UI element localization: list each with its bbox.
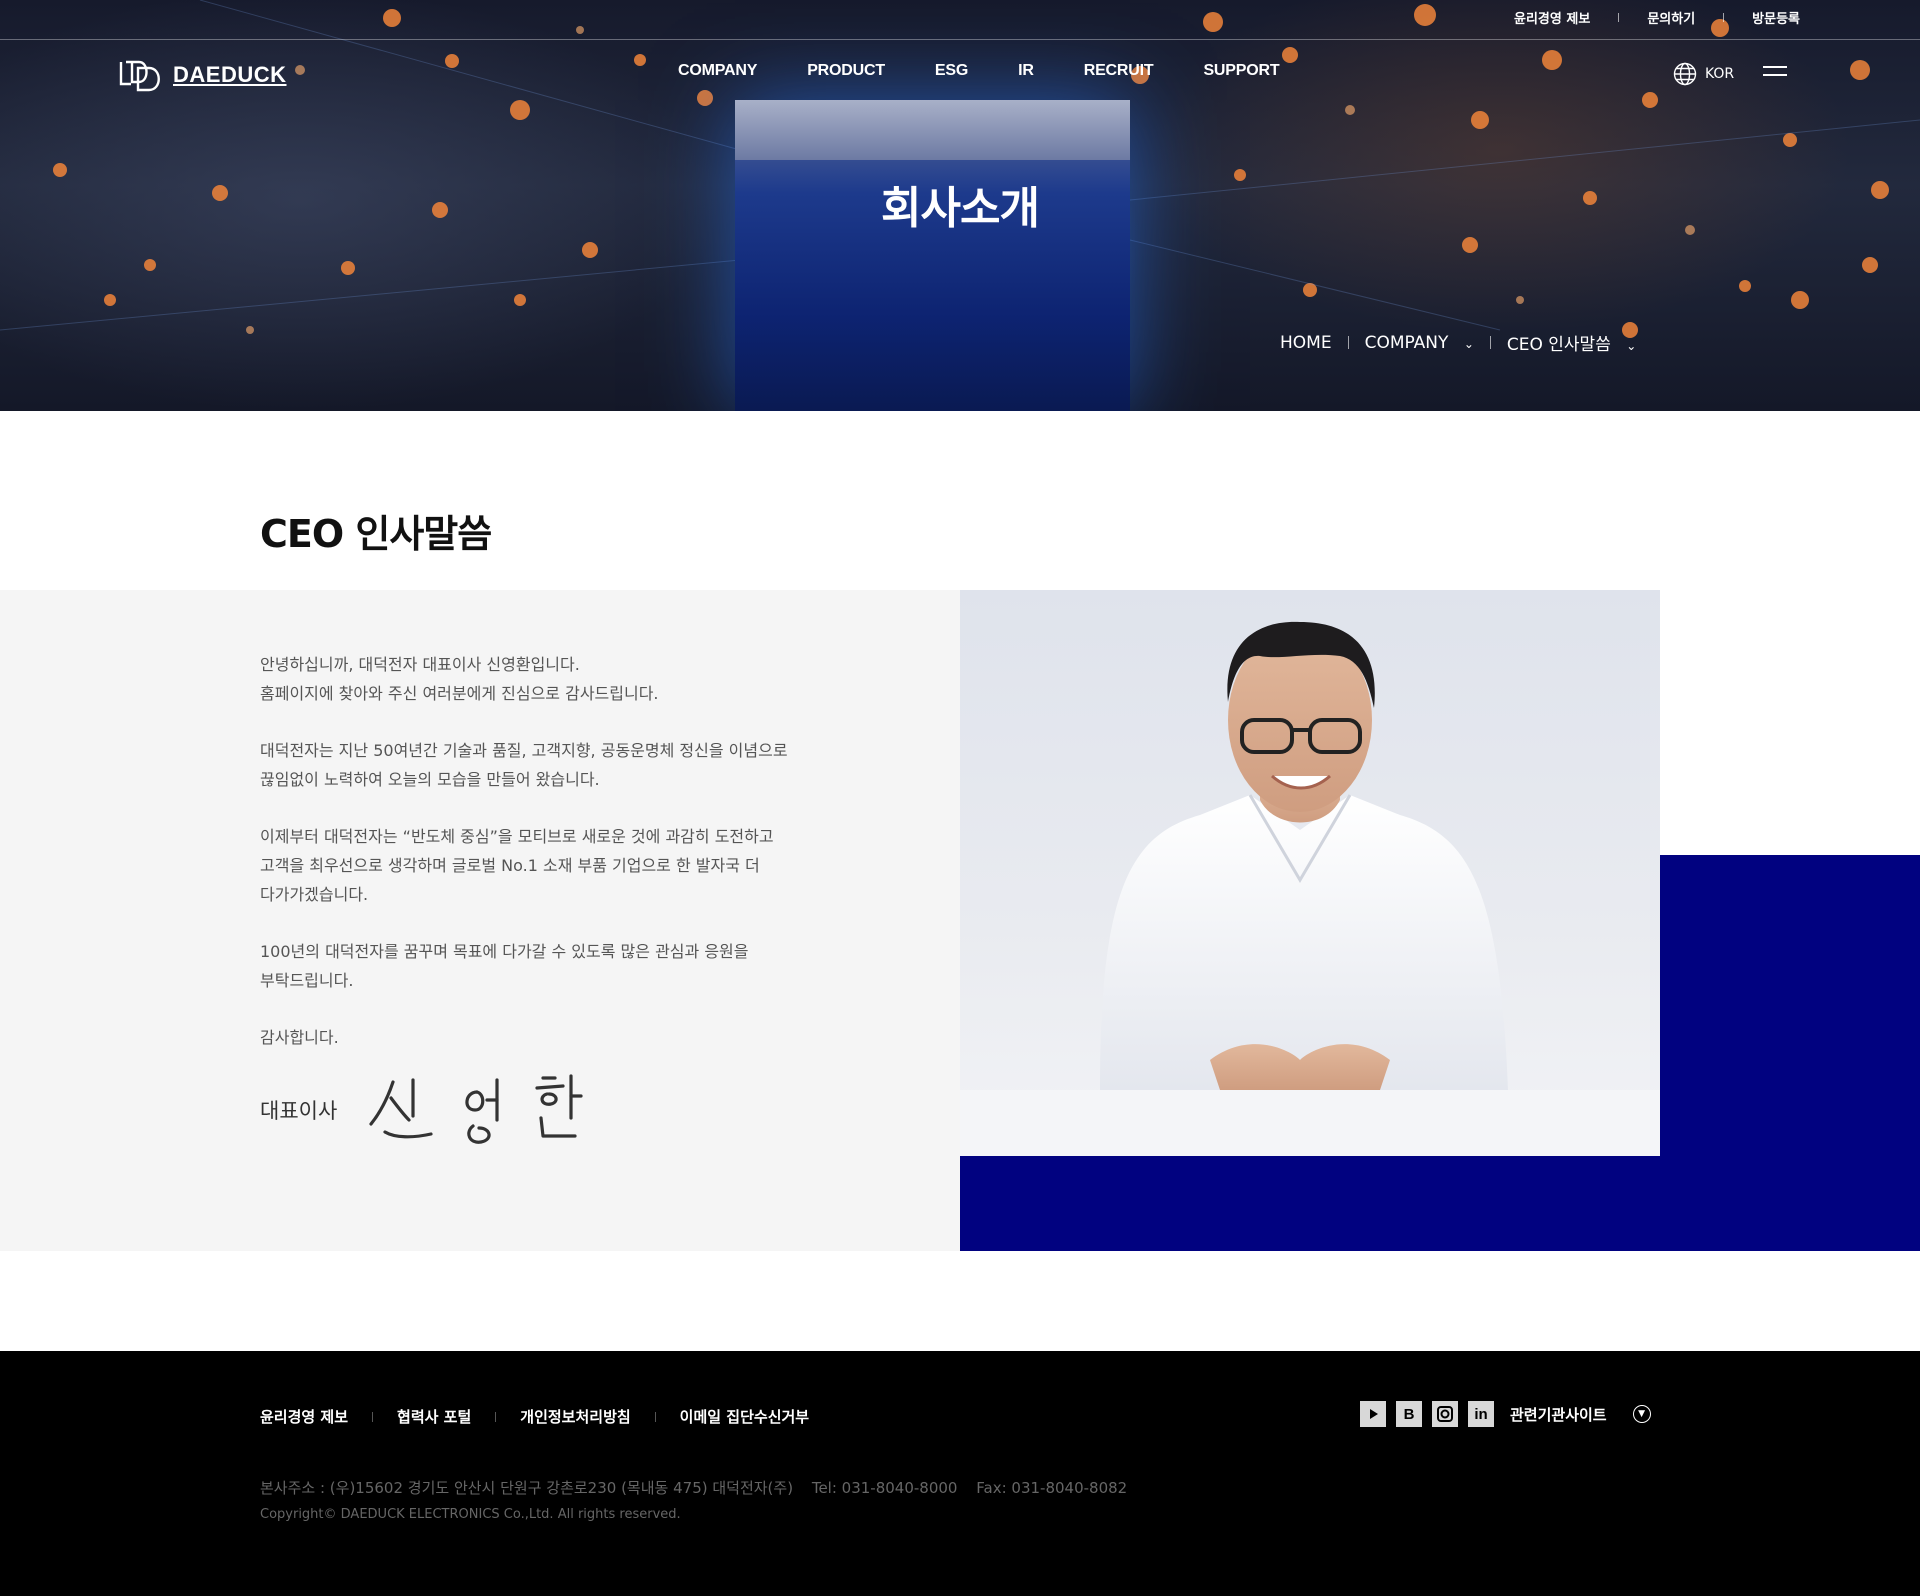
- util-link-ethics-report[interactable]: 윤리경영 제보: [1514, 8, 1590, 27]
- breadcrumb-page-label: CEO 인사말씀: [1506, 335, 1611, 355]
- footer-separator: [372, 1411, 374, 1422]
- footer-social: B in 관련기관사이트 ▼: [1360, 1401, 1651, 1427]
- ceo-message-panel: 안녕하십니까, 대덕전자 대표이사 신영환입니다. 홈페이지에 찾아와 주신 여…: [0, 590, 960, 1251]
- footer-separator: [495, 1411, 497, 1422]
- signature-block: 대표이사: [260, 1070, 595, 1150]
- play-glyph: [1370, 1409, 1378, 1419]
- breadcrumb-section-label: COMPANY: [1364, 332, 1449, 353]
- chevron-down-icon: ⌄: [1626, 339, 1637, 353]
- nav-company[interactable]: COMPANY: [678, 62, 757, 80]
- main-nav: COMPANY PRODUCT ESG IR RECRUIT SUPPORT: [678, 62, 1329, 80]
- footer-link-privacy-policy[interactable]: 개인정보처리방침: [520, 1406, 630, 1427]
- accent-block: [1660, 855, 1920, 1251]
- signature-role: 대표이사: [260, 1099, 338, 1123]
- linkedin-icon[interactable]: in: [1468, 1401, 1494, 1427]
- breadcrumb: HOME COMPANY ⌄ CEO 인사말씀 ⌄: [1280, 330, 1636, 356]
- blog-icon[interactable]: B: [1396, 1401, 1422, 1427]
- breadcrumb-section-dropdown[interactable]: COMPANY ⌄: [1365, 333, 1474, 353]
- util-separator: [1618, 13, 1620, 22]
- chip-cube-graphic: [735, 100, 1130, 411]
- util-separator: [1723, 13, 1725, 22]
- utility-nav: 윤리경영 제보 문의하기 방문등록: [1514, 8, 1800, 27]
- fax-text: Fax: 031-8040-8082: [976, 1479, 1128, 1497]
- message-paragraph: 안녕하십니까, 대덕전자 대표이사 신영환입니다. 홈페이지에 찾아와 주신 여…: [260, 655, 659, 703]
- address-text: 본사주소 : (우)15602 경기도 안산시 단원구 강촌로230 (목내동 …: [260, 1479, 794, 1497]
- breadcrumb-separator: [1347, 336, 1349, 349]
- hamburger-menu-icon[interactable]: [1763, 66, 1787, 80]
- instagram-icon[interactable]: [1432, 1401, 1458, 1427]
- header-divider: [0, 39, 1920, 40]
- language-label: KOR: [1705, 66, 1735, 82]
- handwritten-signature: [369, 1074, 583, 1144]
- ceo-portrait-image: [960, 621, 1660, 1156]
- site-footer: 윤리경영 제보 협력사 포털 개인정보처리방침 이메일 집단수신거부 B in …: [0, 1351, 1920, 1596]
- tel-text: Tel: 031-8040-8000: [811, 1479, 958, 1497]
- hero-banner: 윤리경영 제보 문의하기 방문등록 DAEDUCK COMPANY PRODUC…: [0, 0, 1920, 411]
- util-link-inquiry[interactable]: 문의하기: [1647, 8, 1695, 27]
- nav-product[interactable]: PRODUCT: [807, 62, 885, 80]
- youtube-icon[interactable]: [1360, 1401, 1386, 1427]
- accent-block: [960, 1156, 1660, 1251]
- breadcrumb-separator: [1489, 336, 1491, 349]
- page-title: CEO 인사말씀: [260, 512, 492, 556]
- chevron-down-icon[interactable]: ▼: [1632, 1405, 1651, 1423]
- footer-link-partner-portal[interactable]: 협력사 포털: [397, 1406, 471, 1427]
- nav-ir[interactable]: IR: [1018, 62, 1034, 80]
- message-paragraph: 100년의 대덕전자를 꿈꾸며 목표에 다가갈 수 있도록 많은 관심과 응원을…: [260, 942, 749, 990]
- ceo-photo: [960, 590, 1660, 1156]
- chevron-down-icon: ⌄: [1463, 336, 1474, 351]
- footer-link-email-refusal[interactable]: 이메일 집단수신거부: [680, 1406, 809, 1427]
- nav-esg[interactable]: ESG: [935, 62, 968, 80]
- footer-link-ethics-report[interactable]: 윤리경영 제보: [260, 1406, 348, 1427]
- nav-support[interactable]: SUPPORT: [1203, 62, 1279, 80]
- util-link-visit-registration[interactable]: 방문등록: [1752, 8, 1800, 27]
- message-paragraph: 이제부터 대덕전자는 “반도체 중심”을 모티브로 새로운 것에 과감히 도전하…: [260, 827, 774, 904]
- daeduck-logo-icon: [119, 60, 160, 92]
- camera-glyph: [1437, 1406, 1453, 1422]
- breadcrumb-page-dropdown[interactable]: CEO 인사말씀 ⌄: [1507, 330, 1636, 355]
- footer-address: 본사주소 : (우)15602 경기도 안산시 단원구 강촌로230 (목내동 …: [260, 1477, 1141, 1498]
- footer-separator: [654, 1411, 656, 1422]
- logo-link[interactable]: DAEDUCK: [119, 58, 287, 92]
- nav-recruit[interactable]: RECRUIT: [1084, 62, 1154, 80]
- ceo-message: 안녕하십니까, 대덕전자 대표이사 신영환입니다. 홈페이지에 찾아와 주신 여…: [260, 650, 860, 1080]
- message-paragraph: 대덕전자는 지난 50여년간 기술과 품질, 고객지향, 공동운명체 정신을 이…: [260, 741, 788, 789]
- message-paragraph: 감사합니다.: [260, 1028, 339, 1047]
- logo-text: DAEDUCK: [173, 62, 287, 87]
- breadcrumb-home[interactable]: HOME: [1280, 333, 1332, 353]
- globe-icon: [1673, 62, 1697, 86]
- footer-links: 윤리경영 제보 협력사 포털 개인정보처리방침 이메일 집단수신거부: [260, 1406, 809, 1427]
- language-selector[interactable]: KOR: [1673, 62, 1734, 86]
- hero-title: 회사소개: [881, 183, 1040, 234]
- family-site-label[interactable]: 관련기관사이트: [1510, 1404, 1607, 1425]
- copyright: Copyright© DAEDUCK ELECTRONICS Co.,Ltd. …: [260, 1507, 681, 1522]
